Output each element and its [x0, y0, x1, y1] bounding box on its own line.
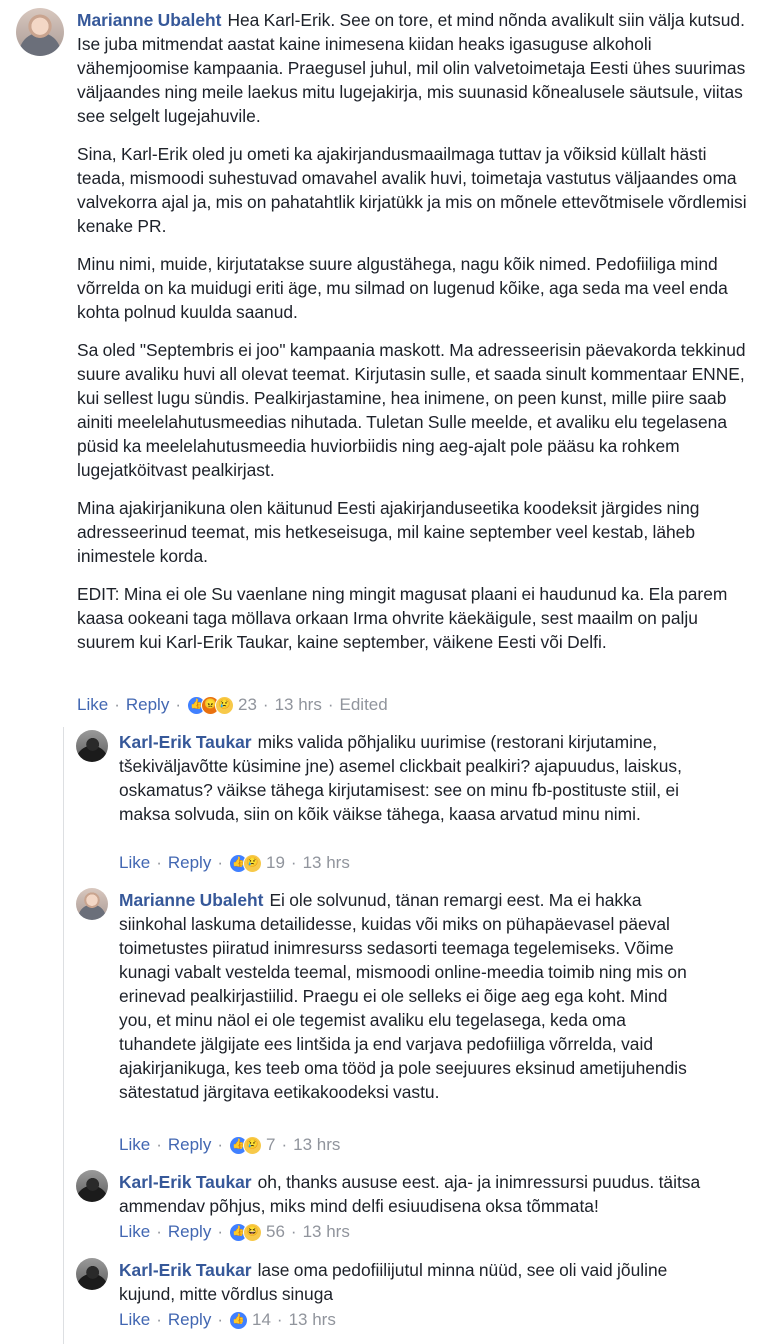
- author-name[interactable]: Karl-Erik Taukar: [119, 1260, 252, 1280]
- comment-actions: Like · Reply · 👍 😠 😢 23 · 13 hrs · Edite…: [77, 693, 388, 717]
- timestamp[interactable]: 13 hrs: [275, 693, 322, 717]
- comment-actions: Like · Reply · 👍 😢 19 · 13 hrs: [119, 851, 350, 875]
- author-name[interactable]: Marianne Ubaleht: [119, 890, 263, 910]
- comment-paragraph: Mina ajakirjanikuna olen käitunud Eesti …: [77, 498, 700, 566]
- like-link[interactable]: Like: [77, 693, 108, 717]
- timestamp[interactable]: 13 hrs: [289, 1308, 336, 1332]
- comment-body: Karl-Erik Taukar lase oma pedofiilijutul …: [119, 1258, 679, 1306]
- reply-link[interactable]: Reply: [168, 1133, 211, 1157]
- comment-paragraph: Karl-Erik Taukar oh, thanks aususe eest. …: [119, 1170, 709, 1218]
- comment-body: Karl-Erik Taukar miks valida põhjaliku uu…: [119, 730, 699, 826]
- separator: ·: [217, 1310, 223, 1329]
- avatar[interactable]: [16, 8, 64, 56]
- separator: ·: [114, 695, 120, 714]
- comment-paragraph: Sa oled "Septembris ei joo" kampaania ma…: [77, 340, 746, 480]
- edited-label[interactable]: Edited: [340, 693, 388, 717]
- reaction-icons[interactable]: 👍 😠 😢: [187, 695, 234, 715]
- author-name[interactable]: Marianne Ubaleht: [77, 10, 221, 30]
- reaction-count[interactable]: 14: [252, 1308, 271, 1332]
- reply-link[interactable]: Reply: [126, 693, 169, 717]
- avatar[interactable]: [76, 1170, 108, 1202]
- sad-reaction-icon: 😢: [243, 853, 262, 873]
- separator: ·: [217, 1222, 223, 1241]
- timestamp[interactable]: 13 hrs: [293, 1133, 340, 1157]
- separator: ·: [290, 853, 297, 872]
- separator: ·: [281, 1135, 288, 1154]
- comment-paragraph: Minu nimi, muide, kirjutatakse suure alg…: [77, 254, 728, 322]
- reply-link[interactable]: Reply: [168, 1220, 211, 1244]
- reaction-count[interactable]: 19: [266, 851, 285, 875]
- avatar[interactable]: [76, 1258, 108, 1290]
- reaction-icons[interactable]: 👍 😢: [229, 853, 262, 873]
- comment-actions: Like · Reply · 👍 😆 56 · 13 hrs: [119, 1220, 350, 1244]
- reply-link[interactable]: Reply: [168, 851, 211, 875]
- separator: ·: [156, 1135, 162, 1154]
- separator: ·: [217, 1135, 223, 1154]
- separator: ·: [156, 1222, 162, 1241]
- reply-text: Ei ole solvunud, tänan remargi eest. Ma …: [119, 890, 687, 1102]
- timestamp[interactable]: 13 hrs: [303, 1220, 350, 1244]
- reaction-icons[interactable]: 👍: [229, 1310, 248, 1330]
- like-link[interactable]: Like: [119, 1220, 150, 1244]
- comment-marianne-main: Marianne Ubaleht Hea Karl-Erik. See on to…: [0, 0, 770, 720]
- comment-paragraph: Sina, Karl-Erik oled ju ometi ka ajakirj…: [77, 144, 747, 236]
- comment-paragraph: Karl-Erik Taukar miks valida põhjaliku uu…: [119, 730, 699, 826]
- comment-paragraph: EDIT: Mina ei ole Su vaenlane ning mingi…: [77, 584, 728, 652]
- comment-body: Marianne Ubaleht Hea Karl-Erik. See on to…: [77, 8, 757, 654]
- comment-body: Karl-Erik Taukar oh, thanks aususe eest. …: [119, 1170, 709, 1218]
- separator: ·: [276, 1310, 283, 1329]
- reaction-icons[interactable]: 👍 😢: [229, 1135, 262, 1155]
- separator: ·: [217, 853, 223, 872]
- timestamp[interactable]: 13 hrs: [303, 851, 350, 875]
- comment-paragraph: Karl-Erik Taukar lase oma pedofiilijutul …: [119, 1258, 679, 1306]
- avatar[interactable]: [76, 730, 108, 762]
- separator: ·: [262, 695, 269, 714]
- avatar[interactable]: [76, 888, 108, 920]
- separator: ·: [290, 1222, 297, 1241]
- comment-body: Marianne Ubaleht Ei ole solvunud, tänan r…: [119, 888, 699, 1104]
- like-link[interactable]: Like: [119, 1133, 150, 1157]
- like-reaction-icon: 👍: [229, 1310, 248, 1330]
- comment-paragraph: Marianne Ubaleht Ei ole solvunud, tänan r…: [119, 888, 699, 1104]
- comment-paragraph: Marianne Ubaleht Hea Karl-Erik. See on to…: [77, 8, 757, 128]
- sad-reaction-icon: 😢: [215, 695, 234, 715]
- comment-actions: Like · Reply · 👍 😢 7 · 13 hrs: [119, 1133, 340, 1157]
- reaction-count[interactable]: 56: [266, 1220, 285, 1244]
- reply-link[interactable]: Reply: [168, 1308, 211, 1332]
- separator: ·: [327, 695, 334, 714]
- author-name[interactable]: Karl-Erik Taukar: [119, 732, 252, 752]
- like-link[interactable]: Like: [119, 851, 150, 875]
- author-name[interactable]: Karl-Erik Taukar: [119, 1172, 252, 1192]
- separator: ·: [175, 695, 181, 714]
- reply-thread-line: [63, 727, 64, 1344]
- separator: ·: [156, 853, 162, 872]
- sad-reaction-icon: 😢: [243, 1135, 262, 1155]
- haha-reaction-icon: 😆: [243, 1222, 262, 1242]
- reaction-icons[interactable]: 👍 😆: [229, 1222, 262, 1242]
- reaction-count[interactable]: 23: [238, 693, 257, 717]
- comment-actions: Like · Reply · 👍 14 · 13 hrs: [119, 1308, 336, 1332]
- reaction-count[interactable]: 7: [266, 1133, 275, 1157]
- separator: ·: [156, 1310, 162, 1329]
- comment-thread: Marianne Ubaleht Hea Karl-Erik. See on to…: [0, 0, 770, 1344]
- like-link[interactable]: Like: [119, 1308, 150, 1332]
